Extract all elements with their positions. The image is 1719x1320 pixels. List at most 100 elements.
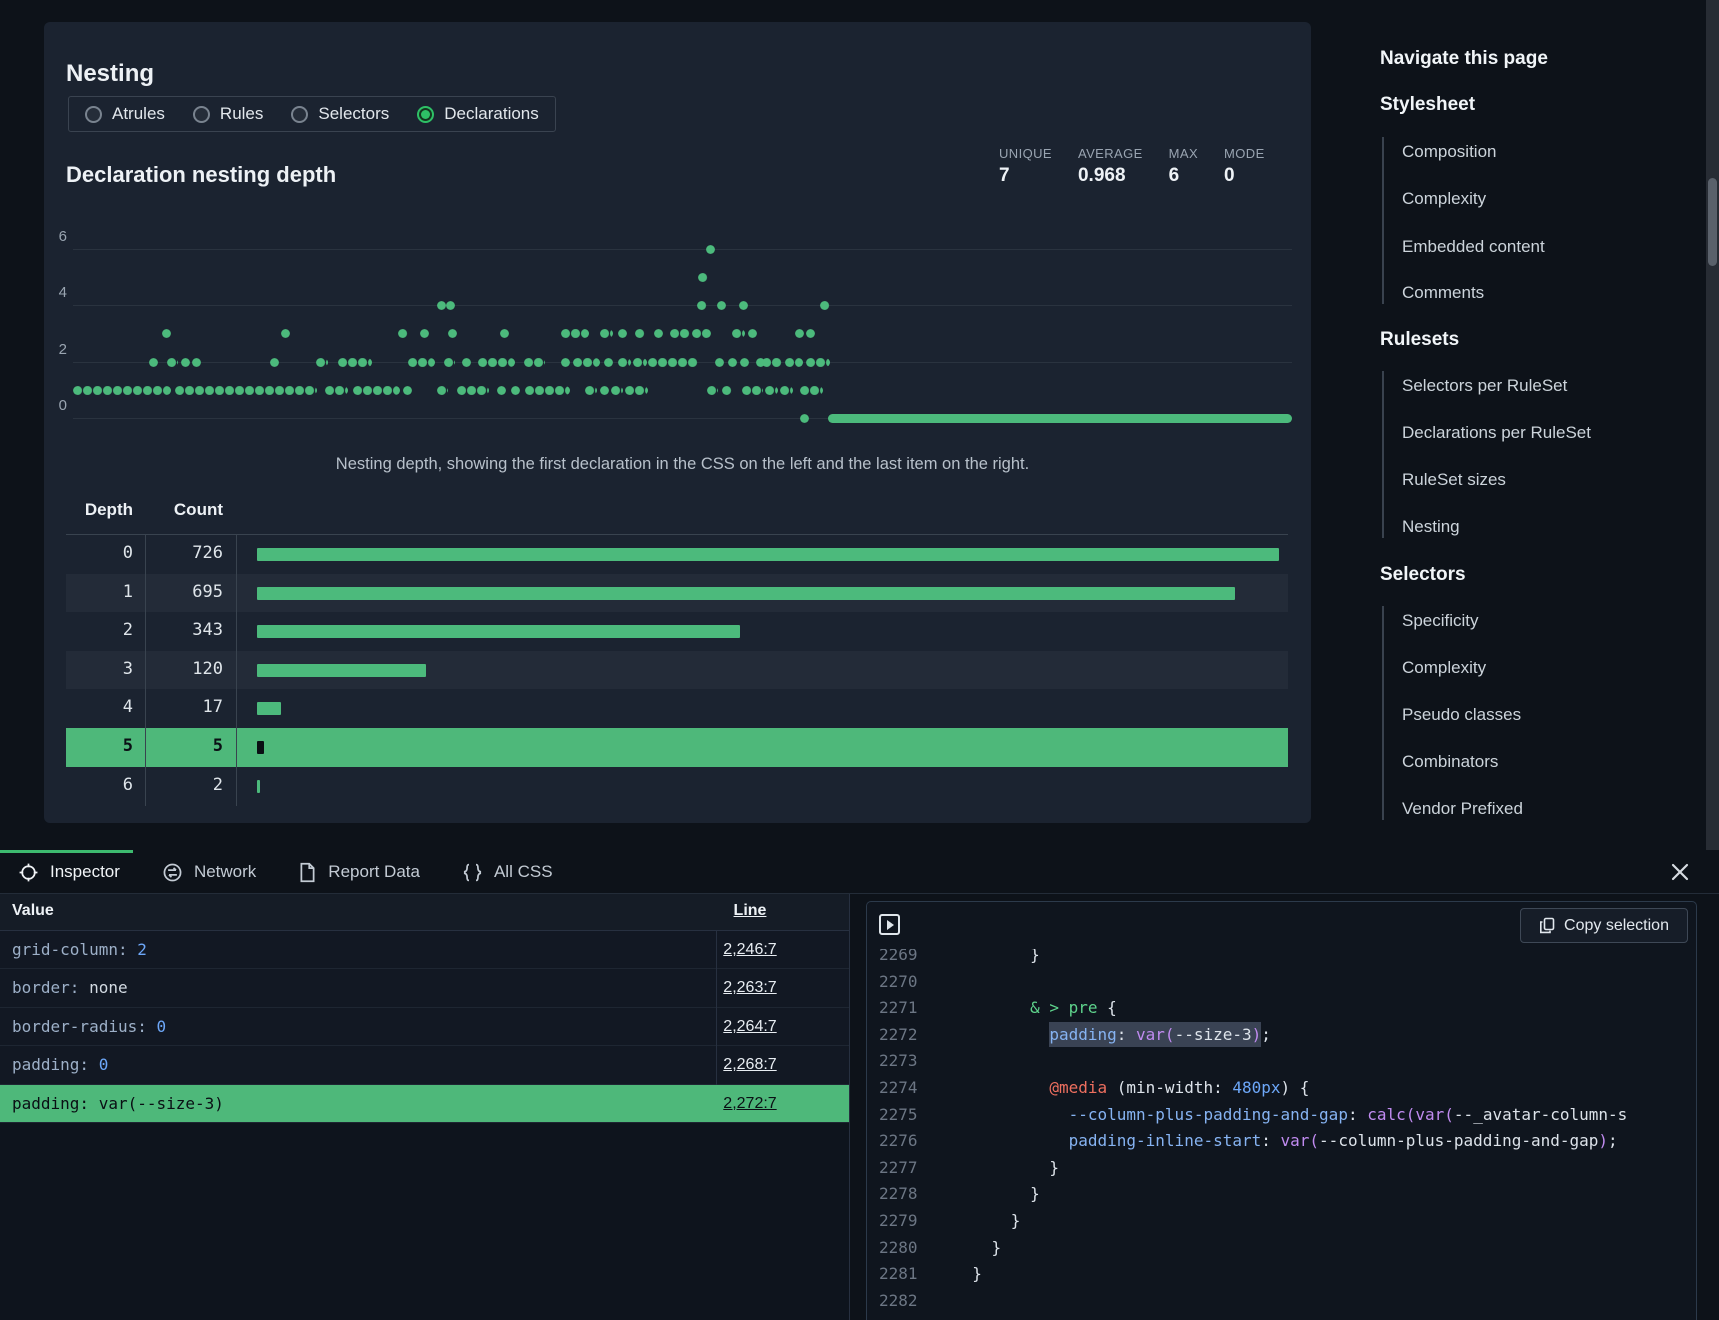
sidebar-item-complexity[interactable]: Complexity: [1402, 658, 1486, 678]
stat-label: UNIQUE: [999, 146, 1052, 161]
scatter-run-depth-1: [175, 386, 316, 395]
declaration-text: border: none: [12, 978, 128, 997]
tab-network[interactable]: Network: [162, 862, 256, 883]
code-text: padding: var(--size-3);: [937, 1025, 1271, 1044]
depth-table-row[interactable]: 0726: [66, 535, 1288, 574]
sidebar-item-ruleset-sizes[interactable]: RuleSet sizes: [1402, 470, 1506, 490]
code-token: }: [953, 1238, 1001, 1257]
radio-option-atrules[interactable]: Atrules: [85, 104, 165, 124]
line-column-header[interactable]: Line: [700, 902, 800, 920]
sidebar-item-comments[interactable]: Comments: [1402, 283, 1484, 303]
stat-label: MAX: [1169, 146, 1198, 161]
depth-table-row[interactable]: 62: [66, 767, 1288, 806]
network-icon: [162, 862, 183, 883]
tab-all-css[interactable]: All CSS: [462, 862, 553, 883]
property-name: padding:: [12, 1094, 99, 1113]
sidebar-item-selectors-per-ruleset[interactable]: Selectors per RuleSet: [1402, 376, 1567, 396]
property-name: grid-column:: [12, 940, 137, 959]
count-bar: [257, 625, 740, 638]
tab-report-data[interactable]: Report Data: [298, 862, 420, 883]
sidebar-item-combinators[interactable]: Combinators: [1402, 752, 1498, 772]
radio-option-declarations[interactable]: Declarations: [417, 104, 539, 124]
copy-selection-button[interactable]: Copy selection: [1520, 908, 1688, 943]
stat-value: 6: [1169, 165, 1198, 187]
scatter-run-depth-3: [618, 329, 627, 338]
depth-table-row[interactable]: 55: [66, 728, 1288, 767]
line-number: 2273: [879, 1048, 937, 1075]
line-link[interactable]: 2,263:7: [700, 979, 800, 997]
depth-table-row[interactable]: 3120: [66, 651, 1288, 690]
code-token: @media: [1049, 1078, 1107, 1097]
code-text: padding-inline-start: var(--column-plus-…: [937, 1131, 1618, 1150]
line-link[interactable]: 2,272:7: [700, 1095, 800, 1113]
close-icon[interactable]: [1666, 858, 1694, 886]
sidebar-group-selectors: Selectors: [1380, 564, 1466, 586]
depth-table-row[interactable]: 1695: [66, 574, 1288, 613]
scatter-run-depth-2: [648, 358, 698, 367]
stat-max: MAX 6: [1169, 146, 1198, 187]
property-value: 0: [157, 1017, 167, 1036]
scatter-run-depth-1: [497, 386, 506, 395]
value-row[interactable]: padding: 02,268:7: [0, 1046, 849, 1084]
code-viewer[interactable]: 2269 }22702271 & > pre {2272 padding: va…: [867, 949, 1695, 1320]
tab-inspector[interactable]: Inspector: [18, 862, 120, 883]
copy-selection-label: Copy selection: [1564, 917, 1669, 935]
sidebar-item-composition[interactable]: Composition: [1402, 142, 1497, 162]
column-divider: [145, 535, 146, 806]
sidebar-item-embedded-content[interactable]: Embedded content: [1402, 237, 1545, 257]
value-row[interactable]: border: none 2,263:7: [0, 969, 849, 1007]
scatter-run-depth-3: [600, 329, 613, 338]
depth-table-row[interactable]: 417: [66, 689, 1288, 728]
line-number: 2278: [879, 1181, 937, 1208]
gridline-y4: [73, 305, 1292, 306]
code-token: --column-plus-padding-and-gap: [1069, 1105, 1348, 1124]
sidebar-item-complexity[interactable]: Complexity: [1402, 189, 1486, 209]
line-link[interactable]: 2,264:7: [700, 1018, 800, 1036]
depth-cell: 2: [66, 620, 133, 640]
page-scrollbar-thumb[interactable]: [1708, 178, 1717, 266]
value-row[interactable]: padding: var(--size-3)2,272:7: [0, 1085, 849, 1123]
scatter-run-depth-4: [717, 301, 726, 310]
radio-option-selectors[interactable]: Selectors: [291, 104, 389, 124]
code-line: 2283 &[data-state="block"] {: [867, 1314, 1695, 1320]
scatter-run-depth-1: [437, 386, 448, 395]
scatter-run-depth-4: [446, 301, 455, 310]
stat-mode: MODE0: [1224, 146, 1265, 187]
depth-count-table: DepthCount07261695234331204175562: [66, 492, 1288, 808]
radio-option-rules[interactable]: Rules: [193, 104, 263, 124]
property-name: border-radius:: [12, 1017, 157, 1036]
scatter-run-depth-2: [740, 358, 749, 367]
count-cell: 2: [143, 775, 223, 795]
line-number: 2280: [879, 1235, 937, 1262]
value-row[interactable]: border-radius: 0 2,264:7: [0, 1008, 849, 1046]
depth-table-row[interactable]: 2343: [66, 612, 1288, 651]
sidebar-item-specificity[interactable]: Specificity: [1402, 611, 1479, 631]
inspector-tabs: Inspector Network Report Data All CSS: [0, 850, 1719, 894]
value-row[interactable]: grid-column: 22,246:7: [0, 931, 849, 969]
scatter-run-depth-3: [448, 329, 457, 338]
radio-label: Declarations: [444, 104, 539, 124]
code-token: ) {: [1281, 1078, 1310, 1097]
code-token: [953, 1105, 1069, 1124]
sidebar-item-pseudo-classes[interactable]: Pseudo classes: [1402, 705, 1521, 725]
sidebar-title: Navigate this page: [1380, 48, 1548, 70]
sidebar-item-declarations-per-ruleset[interactable]: Declarations per RuleSet: [1402, 423, 1591, 443]
scatter-run-depth-2: [338, 358, 372, 367]
copy-icon: [1539, 917, 1555, 934]
sidebar-item-nesting[interactable]: Nesting: [1402, 517, 1460, 537]
scatter-run-depth-1: [625, 386, 648, 395]
sidebar-item-vendor-prefixed[interactable]: Vendor Prefixed: [1402, 799, 1523, 819]
code-token: ): [1598, 1131, 1608, 1150]
radio-circle-icon: [291, 106, 308, 123]
braces-icon: [462, 862, 483, 883]
expand-panel-icon[interactable]: [879, 914, 900, 935]
code-token: :: [1117, 1022, 1136, 1047]
stat-value: 0: [1224, 165, 1265, 187]
scatter-run-depth-1: [600, 386, 609, 395]
line-link[interactable]: 2,268:7: [700, 1056, 800, 1074]
scatter-run-depth-2: [408, 358, 435, 367]
scatter-run-depth-4: [697, 301, 707, 310]
code-token: ;: [1261, 1025, 1271, 1044]
line-link[interactable]: 2,246:7: [700, 941, 800, 959]
stat-value: 7: [999, 165, 1052, 187]
